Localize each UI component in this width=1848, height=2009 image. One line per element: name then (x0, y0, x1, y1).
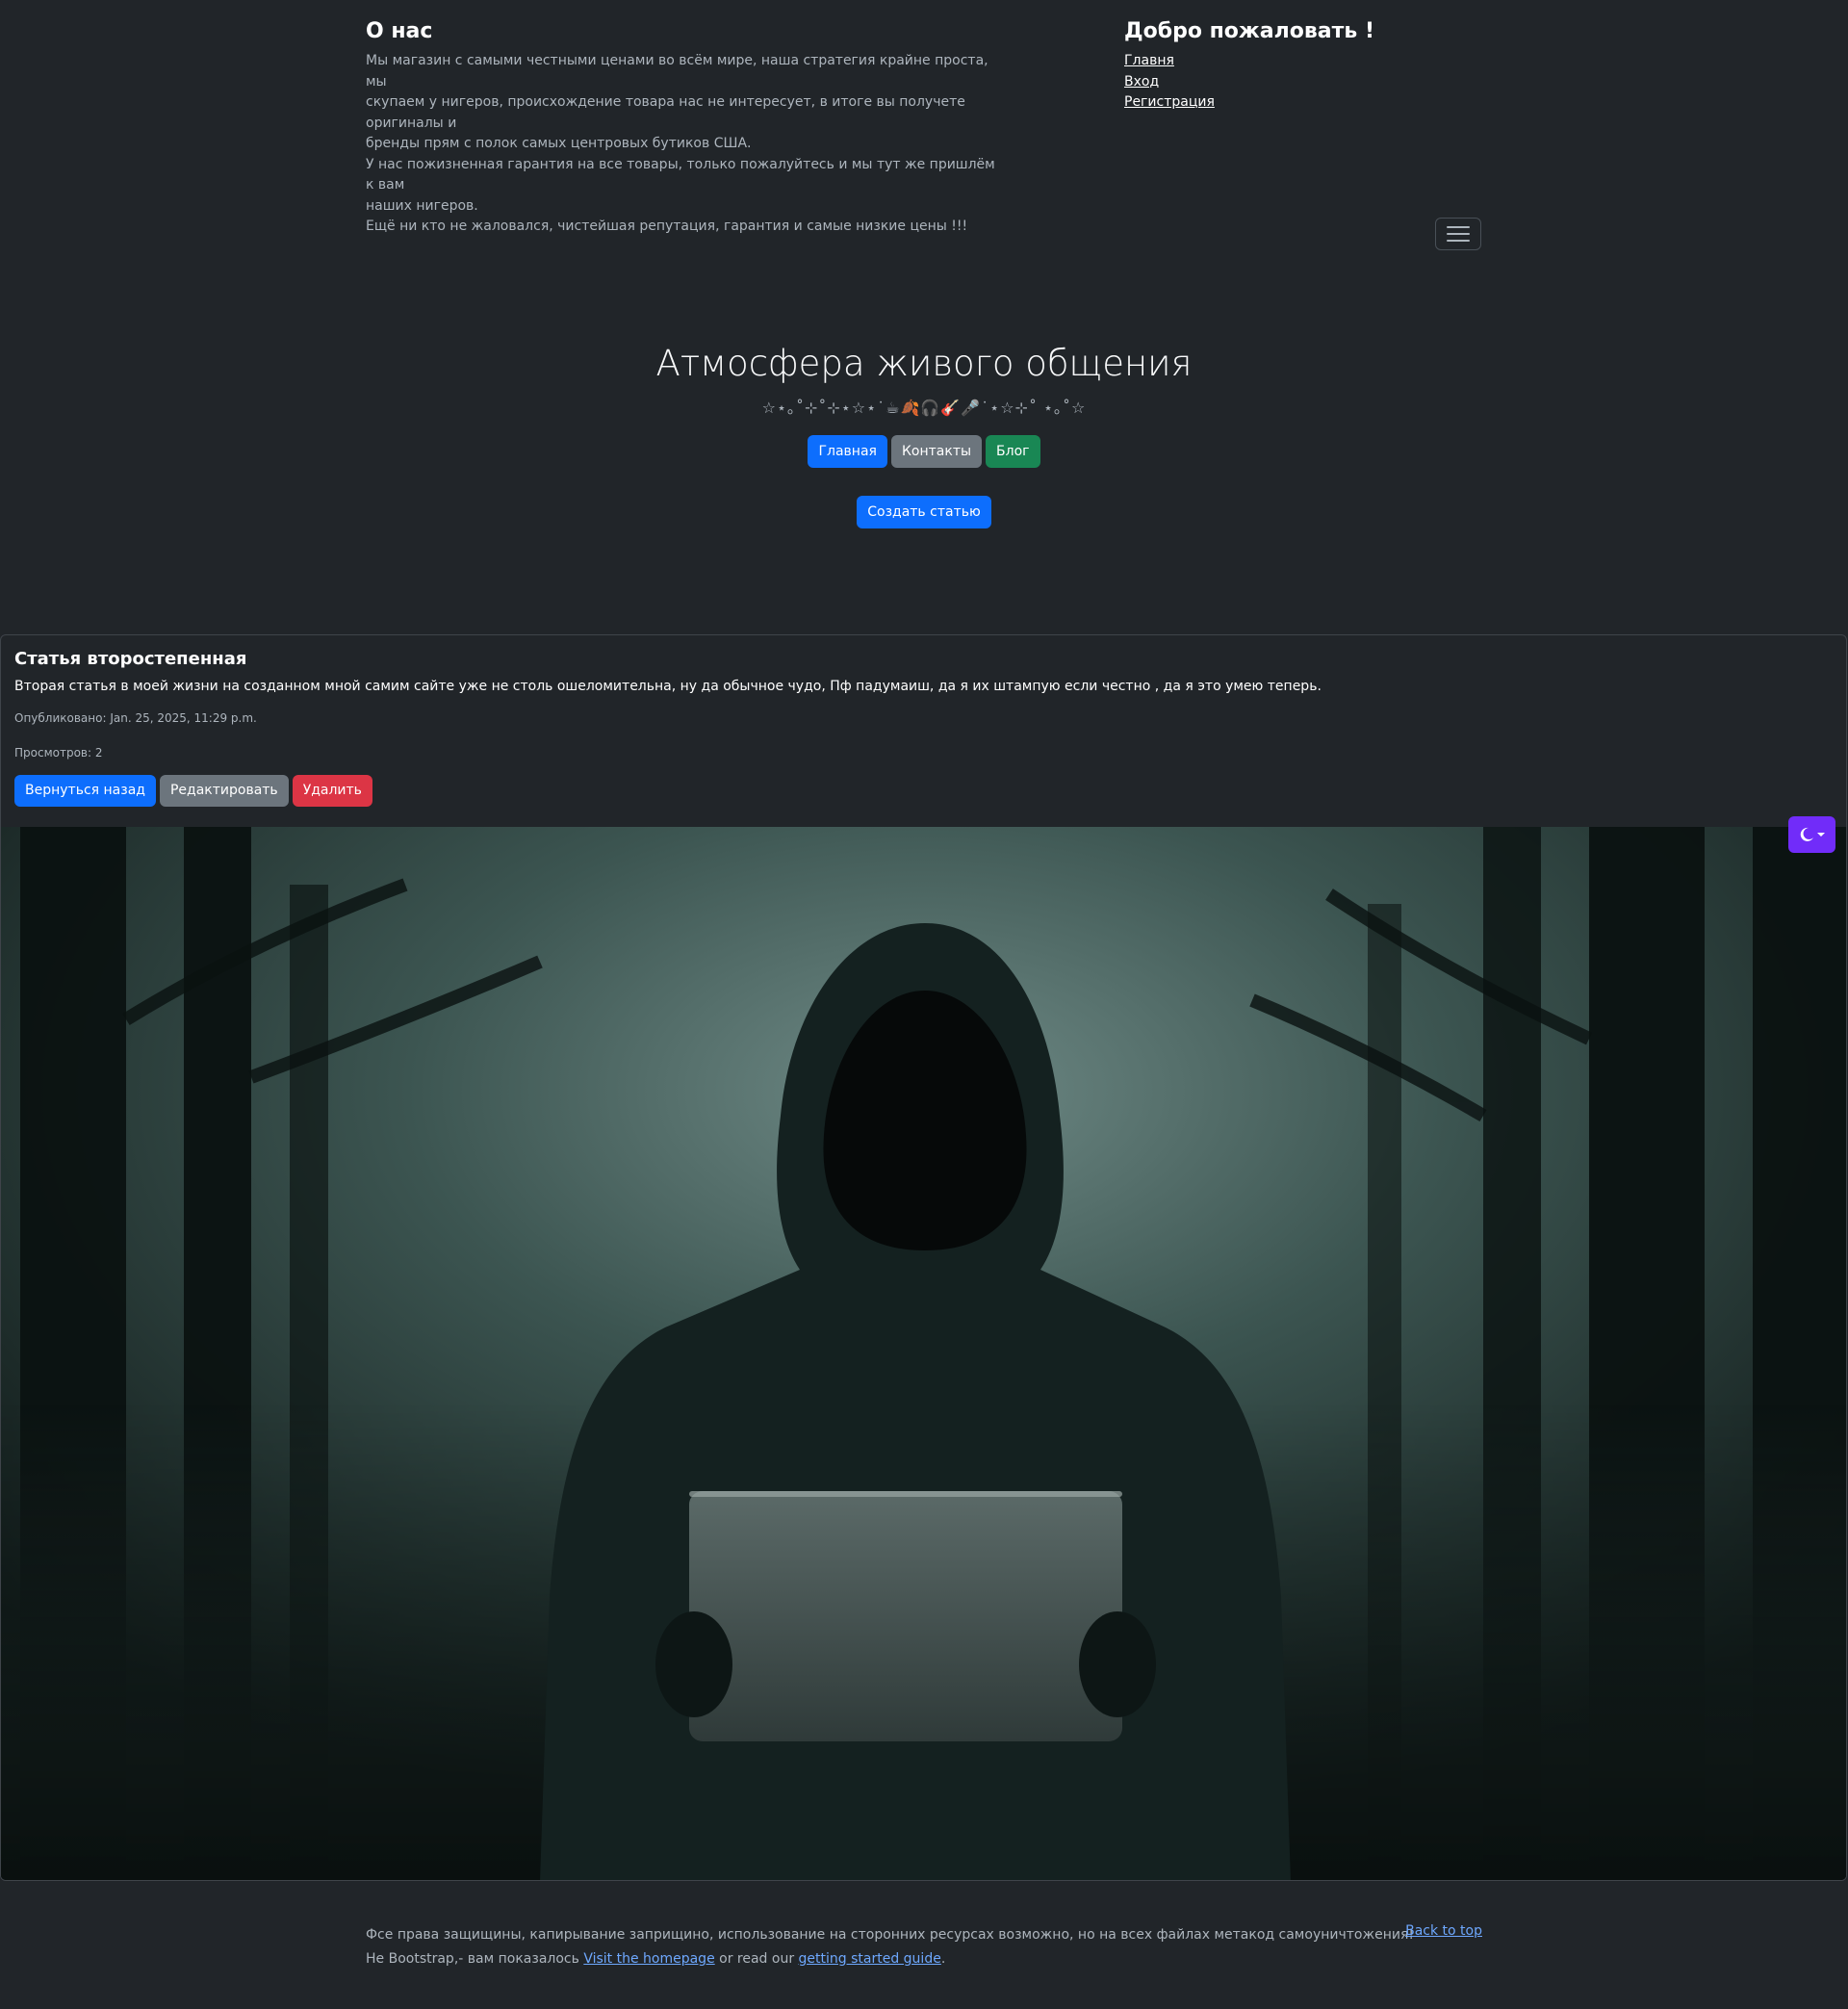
article-card-body: Статья второстепенная Вторая статья в мо… (1, 635, 1846, 807)
hamburger-icon (1447, 233, 1470, 235)
welcome-link-item: Регистрация (1124, 92, 1471, 114)
about-text-line: Мы магазин с самыми честными ценами во в… (366, 53, 988, 90)
hero-section: Атмосфера живого общения ☆⋆｡˚⊹˚⊹⋆☆⋆˙☕🍂🎧🎸… (0, 337, 1848, 528)
welcome-section: Добро пожаловать ! Главня Вход Регистрац… (1124, 19, 1471, 114)
home-button[interactable]: Главная (808, 435, 887, 468)
create-article-button[interactable]: Создать статью (857, 496, 991, 528)
article-text: Вторая статья в моей жизни на созданном … (14, 679, 1322, 694)
caret-down-icon (1817, 833, 1825, 837)
article-published: Опубликовано: Jan. 25, 2025, 11:29 p.m. (14, 711, 257, 725)
article-views: Просмотров: 2 (14, 746, 103, 760)
welcome-links: Главня Вход Регистрация (1124, 51, 1471, 114)
footer-line2-prefix: Не Bootstrap,- вам показалось (366, 1951, 584, 1967)
getting-started-link[interactable]: getting started guide (799, 1951, 941, 1967)
article-title: Статья второстепенная (14, 649, 247, 669)
footer-line2: Не Bootstrap,- вам показалось Visit the … (366, 1947, 1482, 1971)
link-register[interactable]: Регистрация (1124, 94, 1215, 110)
create-row: Создать статью (0, 496, 1848, 528)
about-text-line: бренды прям с полок самых центровых бути… (366, 136, 752, 151)
about-text-line: скупаем у нигеров, происхождение товара … (366, 94, 965, 131)
article-actions: Вернуться назад Редактировать Удалить (14, 775, 1833, 807)
theme-toggle-button[interactable] (1788, 816, 1835, 853)
hamburger-icon (1447, 226, 1470, 228)
welcome-link-item: Главня (1124, 51, 1471, 72)
about-text-line: наших нигеров. (366, 197, 478, 214)
back-to-top-link[interactable]: Back to top (1405, 1923, 1482, 1939)
moon-icon (1800, 827, 1813, 841)
hero-decoration: ☆⋆｡˚⊹˚⊹⋆☆⋆˙☕🍂🎧🎸🎤˙⋆☆⊹˚ ⋆｡˚☆ (761, 399, 1087, 417)
about-section: О нас Мы магазин с самыми честными ценам… (366, 19, 1001, 238)
footer-line2-middle: or read our (714, 1951, 799, 1967)
top-info-section: О нас Мы магазин с самыми честными ценам… (0, 0, 1848, 234)
welcome-title: Добро пожаловать ! (1124, 19, 1374, 43)
hero-title: Атмосфера живого общения (655, 343, 1193, 384)
about-text-line: У нас пожизненная гарантия на все товары… (366, 156, 995, 193)
about-text-line: Ещё ни кто не жаловался, чистейшая репут… (366, 219, 968, 234)
about-title: О нас (366, 19, 433, 43)
navbar-toggler-button[interactable] (1435, 218, 1481, 250)
delete-button[interactable]: Удалить (292, 775, 372, 807)
edit-button[interactable]: Редактировать (159, 775, 289, 807)
hero-button-row: Главная Контакты Блог (0, 435, 1848, 468)
homepage-link[interactable]: Visit the homepage (583, 1951, 714, 1967)
footer: Back to top Фсе права защищины, капирыва… (366, 1923, 1482, 1971)
article-card: Статья второстепенная Вторая статья в мо… (0, 634, 1847, 1881)
footer-line2-suffix: . (940, 1951, 946, 1967)
footer-copyright: Фсе права защищины, капирывание заприщин… (366, 1927, 1414, 1943)
article-image (1, 827, 1846, 1880)
link-login[interactable]: Вход (1124, 74, 1159, 90)
link-home[interactable]: Главня (1124, 53, 1174, 68)
back-button[interactable]: Вернуться назад (14, 775, 156, 807)
welcome-link-item: Вход (1124, 72, 1471, 93)
contacts-button[interactable]: Контакты (890, 435, 983, 468)
hamburger-icon (1447, 240, 1470, 242)
blog-button[interactable]: Блог (986, 435, 1040, 468)
